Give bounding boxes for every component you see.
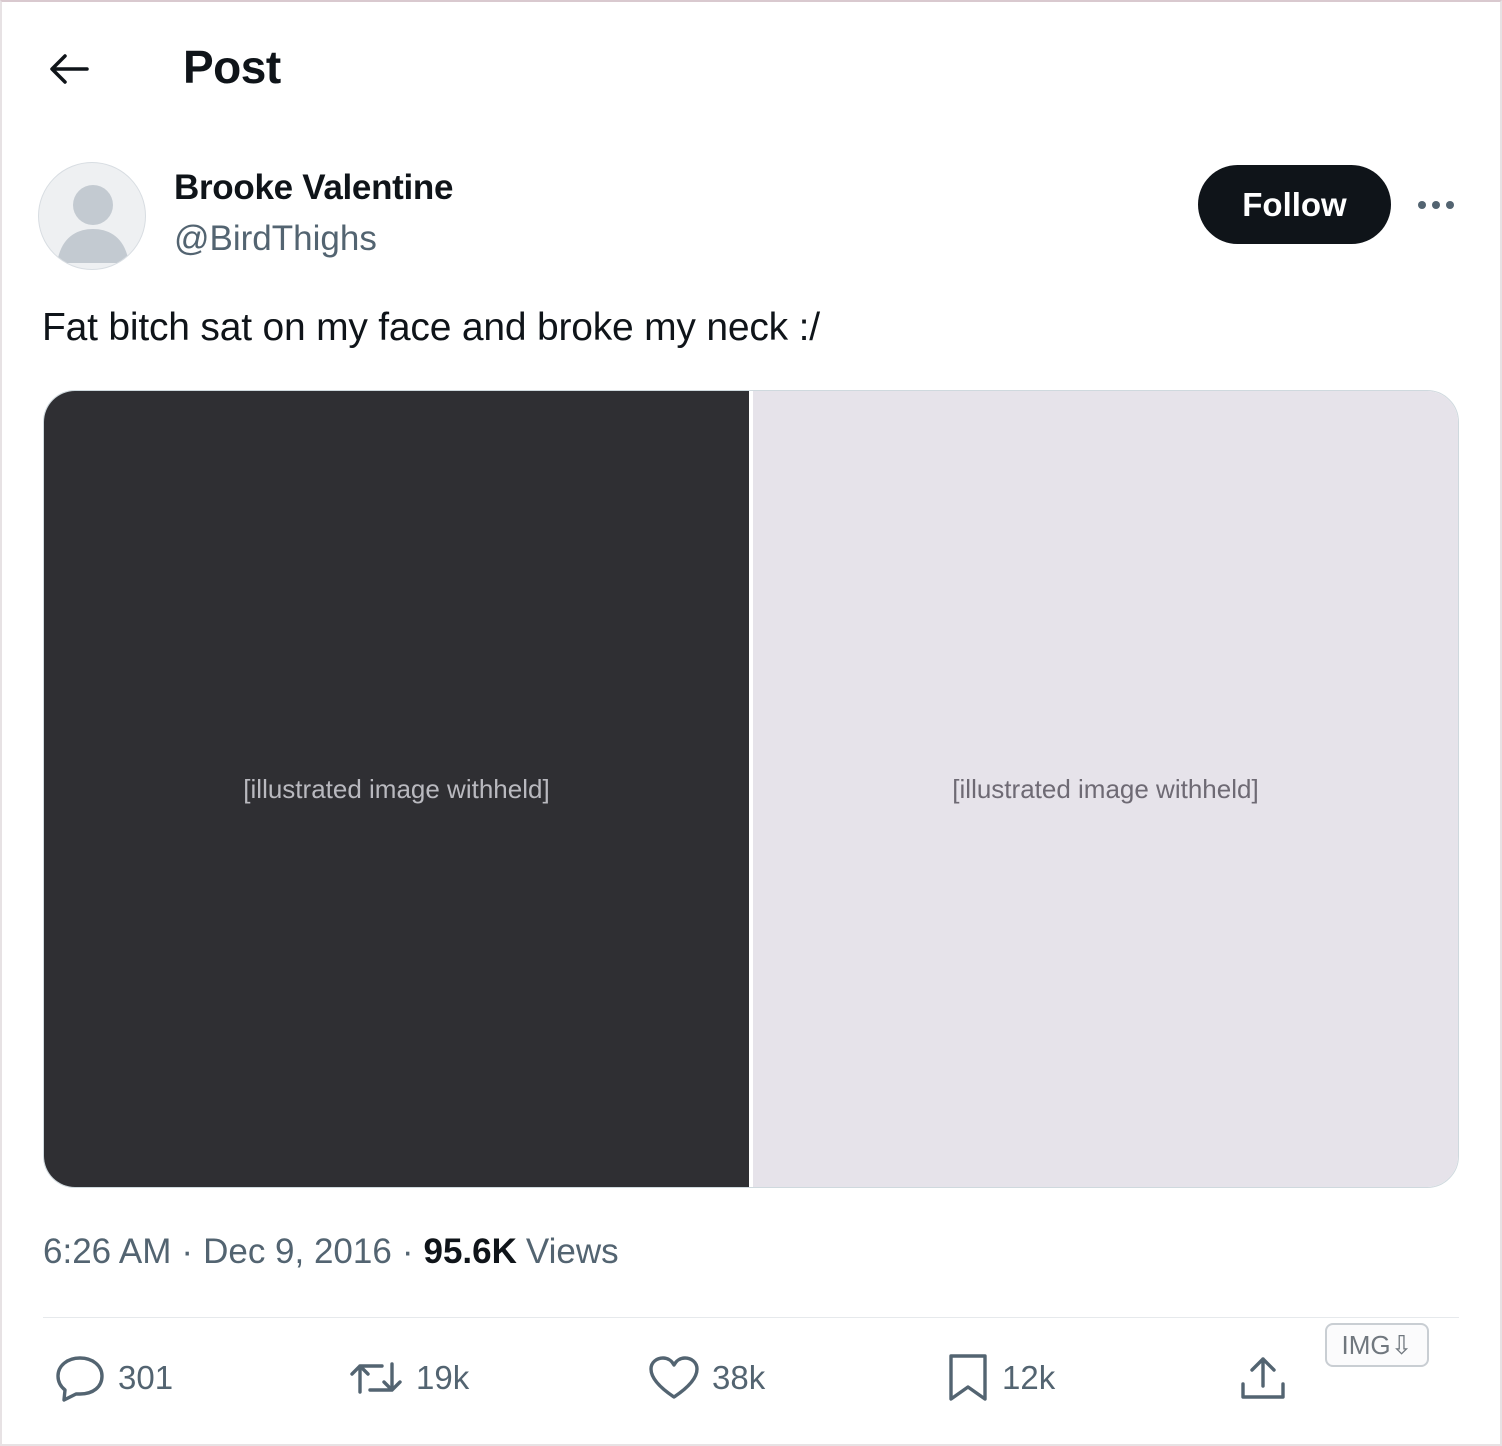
bookmark-button[interactable]: 12k bbox=[946, 1346, 1055, 1410]
image-download-extension-button[interactable]: IMG⇩ bbox=[1325, 1323, 1429, 1367]
media-placeholder-label: [illustrated image withheld] bbox=[243, 773, 550, 804]
avatar-placeholder-icon bbox=[57, 185, 129, 263]
like-button[interactable]: 38k bbox=[648, 1346, 765, 1410]
meta-separator: · bbox=[401, 1232, 414, 1271]
repost-button[interactable]: 19k bbox=[348, 1346, 469, 1410]
views-label: Views bbox=[525, 1232, 619, 1271]
like-count: 38k bbox=[712, 1359, 766, 1396]
meta-separator: · bbox=[181, 1232, 194, 1271]
author-display-name[interactable]: Brooke Valentine bbox=[174, 168, 453, 208]
repost-count: 19k bbox=[416, 1359, 470, 1396]
back-arrow-icon bbox=[50, 54, 89, 84]
avatar[interactable] bbox=[38, 162, 146, 270]
back-button[interactable] bbox=[34, 38, 104, 100]
media-image-1[interactable]: [illustrated image withheld] bbox=[44, 391, 749, 1187]
post-date[interactable]: Dec 9, 2016 bbox=[203, 1232, 392, 1272]
bookmark-count: 12k bbox=[1002, 1359, 1056, 1396]
top-bar: Post bbox=[0, 0, 1498, 135]
like-icon bbox=[649, 1356, 699, 1399]
media-placeholder-label: [illustrated image withheld] bbox=[952, 773, 1259, 804]
page-title: Post bbox=[183, 41, 281, 93]
views-count: 95.6K bbox=[423, 1232, 517, 1271]
post-meta: 6:26 AM · Dec 9, 2016 · 95.6K Views bbox=[43, 1232, 619, 1272]
reply-icon bbox=[56, 1356, 104, 1402]
media-image-2[interactable]: [illustrated image withheld] bbox=[753, 391, 1458, 1187]
bookmark-icon bbox=[949, 1354, 987, 1401]
follow-button[interactable]: Follow bbox=[1198, 165, 1391, 244]
media-grid: [illustrated image withheld] [illustrate… bbox=[43, 390, 1459, 1188]
divider bbox=[43, 1317, 1459, 1318]
reply-button[interactable]: 301 bbox=[54, 1346, 173, 1410]
share-icon bbox=[1241, 1357, 1285, 1399]
share-button[interactable] bbox=[1238, 1346, 1288, 1410]
post-time[interactable]: 6:26 AM bbox=[43, 1232, 171, 1272]
post-text: Fat bitch sat on my face and broke my ne… bbox=[42, 306, 820, 349]
more-icon bbox=[1418, 201, 1454, 209]
reply-count: 301 bbox=[118, 1359, 174, 1396]
author-handle[interactable]: @BirdThighs bbox=[174, 219, 377, 259]
more-options-button[interactable] bbox=[1408, 182, 1464, 228]
repost-icon bbox=[350, 1362, 402, 1394]
